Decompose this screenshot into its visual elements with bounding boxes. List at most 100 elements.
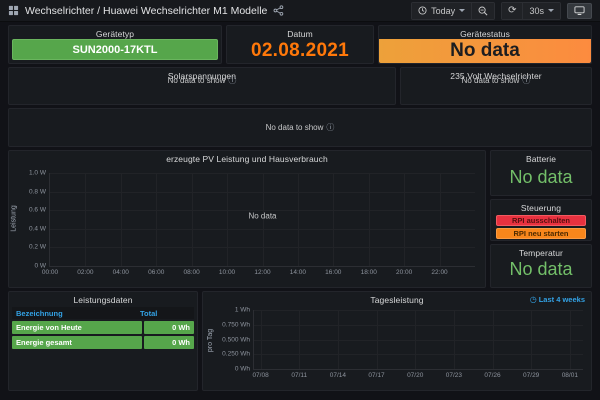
x-tick-label: 07/11 (291, 372, 307, 379)
table-cell-value: 0 Wh (144, 321, 194, 334)
time-range-picker[interactable]: Today (412, 3, 471, 19)
x-tick-label: 02:00 (77, 269, 93, 276)
gridline-vertical (377, 310, 378, 369)
panel-steuerung: Steuerung RPI ausschalten RPI neu starte… (490, 199, 592, 241)
info-icon: ⓘ (228, 75, 236, 86)
info-icon: ⓘ (522, 75, 530, 86)
share-icon[interactable] (273, 5, 284, 16)
refresh-icon: ⟳ (508, 6, 516, 16)
time-controls-group: Today (411, 2, 495, 20)
panel-empty-wide: No data to show ⓘ (8, 108, 592, 147)
panel-title: Datum (227, 29, 373, 39)
no-data-text: No data to show (168, 76, 226, 85)
dashboard-grid-icon (8, 5, 19, 16)
y-axis-label: pro Tag (207, 329, 214, 352)
zoom-out-button[interactable] (471, 3, 494, 19)
temperature-value: No data (491, 259, 591, 280)
gridline-vertical (531, 310, 532, 369)
y-tick-label: 0.2 W (29, 244, 46, 251)
x-tick-label: 18:00 (361, 269, 377, 276)
chart-title: erzeugte PV Leistung und Hausverbrauch (9, 154, 485, 164)
x-tick-label: 07/20 (407, 372, 423, 379)
x-tick-label: 04:00 (113, 269, 129, 276)
y-tick-label: 0.6 W (29, 207, 46, 214)
y-tick-label: 0.500 Wh (222, 336, 250, 343)
gridline-vertical (85, 173, 86, 266)
table-cell-name: Energie gesamt (12, 336, 142, 349)
rpi-shutdown-button[interactable]: RPI ausschalten (496, 215, 586, 226)
x-tick-label: 14:00 (290, 269, 306, 276)
panel-title: Steuerung (491, 203, 591, 213)
x-tick-label: 20:00 (396, 269, 412, 276)
tagesleistung-plot-area[interactable]: 1 Wh 0.750 Wh 0.500 Wh 0.250 Wh 0 Wh 07/… (253, 310, 583, 370)
y-axis-label: Leistung (11, 205, 18, 231)
device-type-button[interactable]: SUN2000-17KTL (12, 39, 218, 60)
table-header-total[interactable]: Total (140, 309, 192, 318)
x-tick-label: 10:00 (219, 269, 235, 276)
panel-tagesleistung: Tagesleistung ◷ Last 4 weeks pro Tag 1 W… (202, 291, 592, 391)
panel-pv-chart: erzeugte PV Leistung und Hausverbrauch L… (8, 150, 486, 288)
gridline-vertical (570, 310, 571, 369)
no-data-message: No data to show ⓘ (401, 75, 591, 86)
panel-leistungsdaten: Leistungsdaten Bezeichnung Total Energie… (8, 291, 198, 391)
top-navbar: Wechselrichter / Huawei Wechselrichter M… (0, 0, 600, 22)
x-tick-label: 16:00 (325, 269, 341, 276)
gridline-vertical (227, 173, 228, 266)
refresh-button[interactable]: ⟳ (502, 3, 522, 19)
gridline-vertical (338, 310, 339, 369)
no-data-text: No data to show (266, 123, 324, 132)
gridline-vertical (298, 173, 299, 266)
navbar-left: Wechselrichter / Huawei Wechselrichter M… (8, 5, 284, 17)
y-tick-label: 0.250 Wh (222, 351, 250, 358)
refresh-interval-picker[interactable]: 30s (522, 3, 560, 19)
panel-datum: Datum 02.08.2021 (226, 25, 374, 64)
clock-icon: ◷ (530, 296, 537, 304)
time-range-link[interactable]: ◷ Last 4 weeks (530, 295, 585, 304)
x-tick-label: 07/17 (368, 372, 384, 379)
panel-title: Temperatur (491, 248, 591, 258)
gridline-vertical (493, 310, 494, 369)
panel-temperatur: Temperatur No data (490, 244, 592, 288)
gridline-horizontal (254, 340, 583, 341)
breadcrumb[interactable]: Wechselrichter / Huawei Wechselrichter M… (25, 5, 267, 17)
chevron-down-icon (459, 9, 465, 12)
gridline-vertical (121, 173, 122, 266)
x-tick-label: 22:00 (431, 269, 447, 276)
panel-title: Gerätetyp (9, 29, 221, 39)
y-tick-label: 0.750 Wh (222, 321, 250, 328)
table-header-bezeichnung[interactable]: Bezeichnung (14, 309, 140, 318)
monitor-icon (574, 5, 585, 16)
time-range-link-label: Last 4 weeks (539, 295, 585, 304)
panel-solarspannungen: Solarspannungen No data to show ⓘ (8, 67, 396, 105)
table-cell-name: Energie von Heute (12, 321, 142, 334)
device-status-value: No data (379, 39, 591, 63)
gridline-vertical (261, 310, 262, 369)
kiosk-mode-button[interactable] (567, 3, 592, 19)
x-tick-label: 00:00 (42, 269, 58, 276)
no-data-message: No data to show ⓘ (9, 75, 395, 86)
zoom-out-icon (478, 6, 488, 16)
chart-no-data-text: No data (248, 211, 276, 220)
navbar-right: Today ⟳ 30s (411, 2, 592, 20)
x-tick-label: 07/29 (523, 372, 539, 379)
gridline-vertical (415, 310, 416, 369)
gridline-vertical (369, 173, 370, 266)
pv-chart-plot-area[interactable]: 1.0 W 0.8 W 0.6 W 0.4 W 0.2 W 0 W 00:00 … (49, 173, 475, 267)
battery-value: No data (491, 167, 591, 188)
y-tick-label: 0.8 W (29, 188, 46, 195)
time-range-label: Today (431, 6, 455, 16)
panel-235-volt-wechselrichter: 235 Volt Wechselrichter No data to show … (400, 67, 592, 105)
gridline-vertical (192, 173, 193, 266)
rpi-restart-button[interactable]: RPI neu starten (496, 228, 586, 239)
panel-batterie: Batterie No data (490, 150, 592, 196)
gridline-horizontal (254, 354, 583, 355)
x-tick-label: 07/08 (252, 372, 268, 379)
gridline-vertical (299, 310, 300, 369)
gridline-vertical (156, 173, 157, 266)
x-tick-label: 07/26 (484, 372, 500, 379)
y-tick-label: 0.4 W (29, 225, 46, 232)
gridline-vertical (440, 173, 441, 266)
gridline-vertical (404, 173, 405, 266)
info-icon: ⓘ (326, 122, 334, 133)
gridline-horizontal (254, 325, 583, 326)
